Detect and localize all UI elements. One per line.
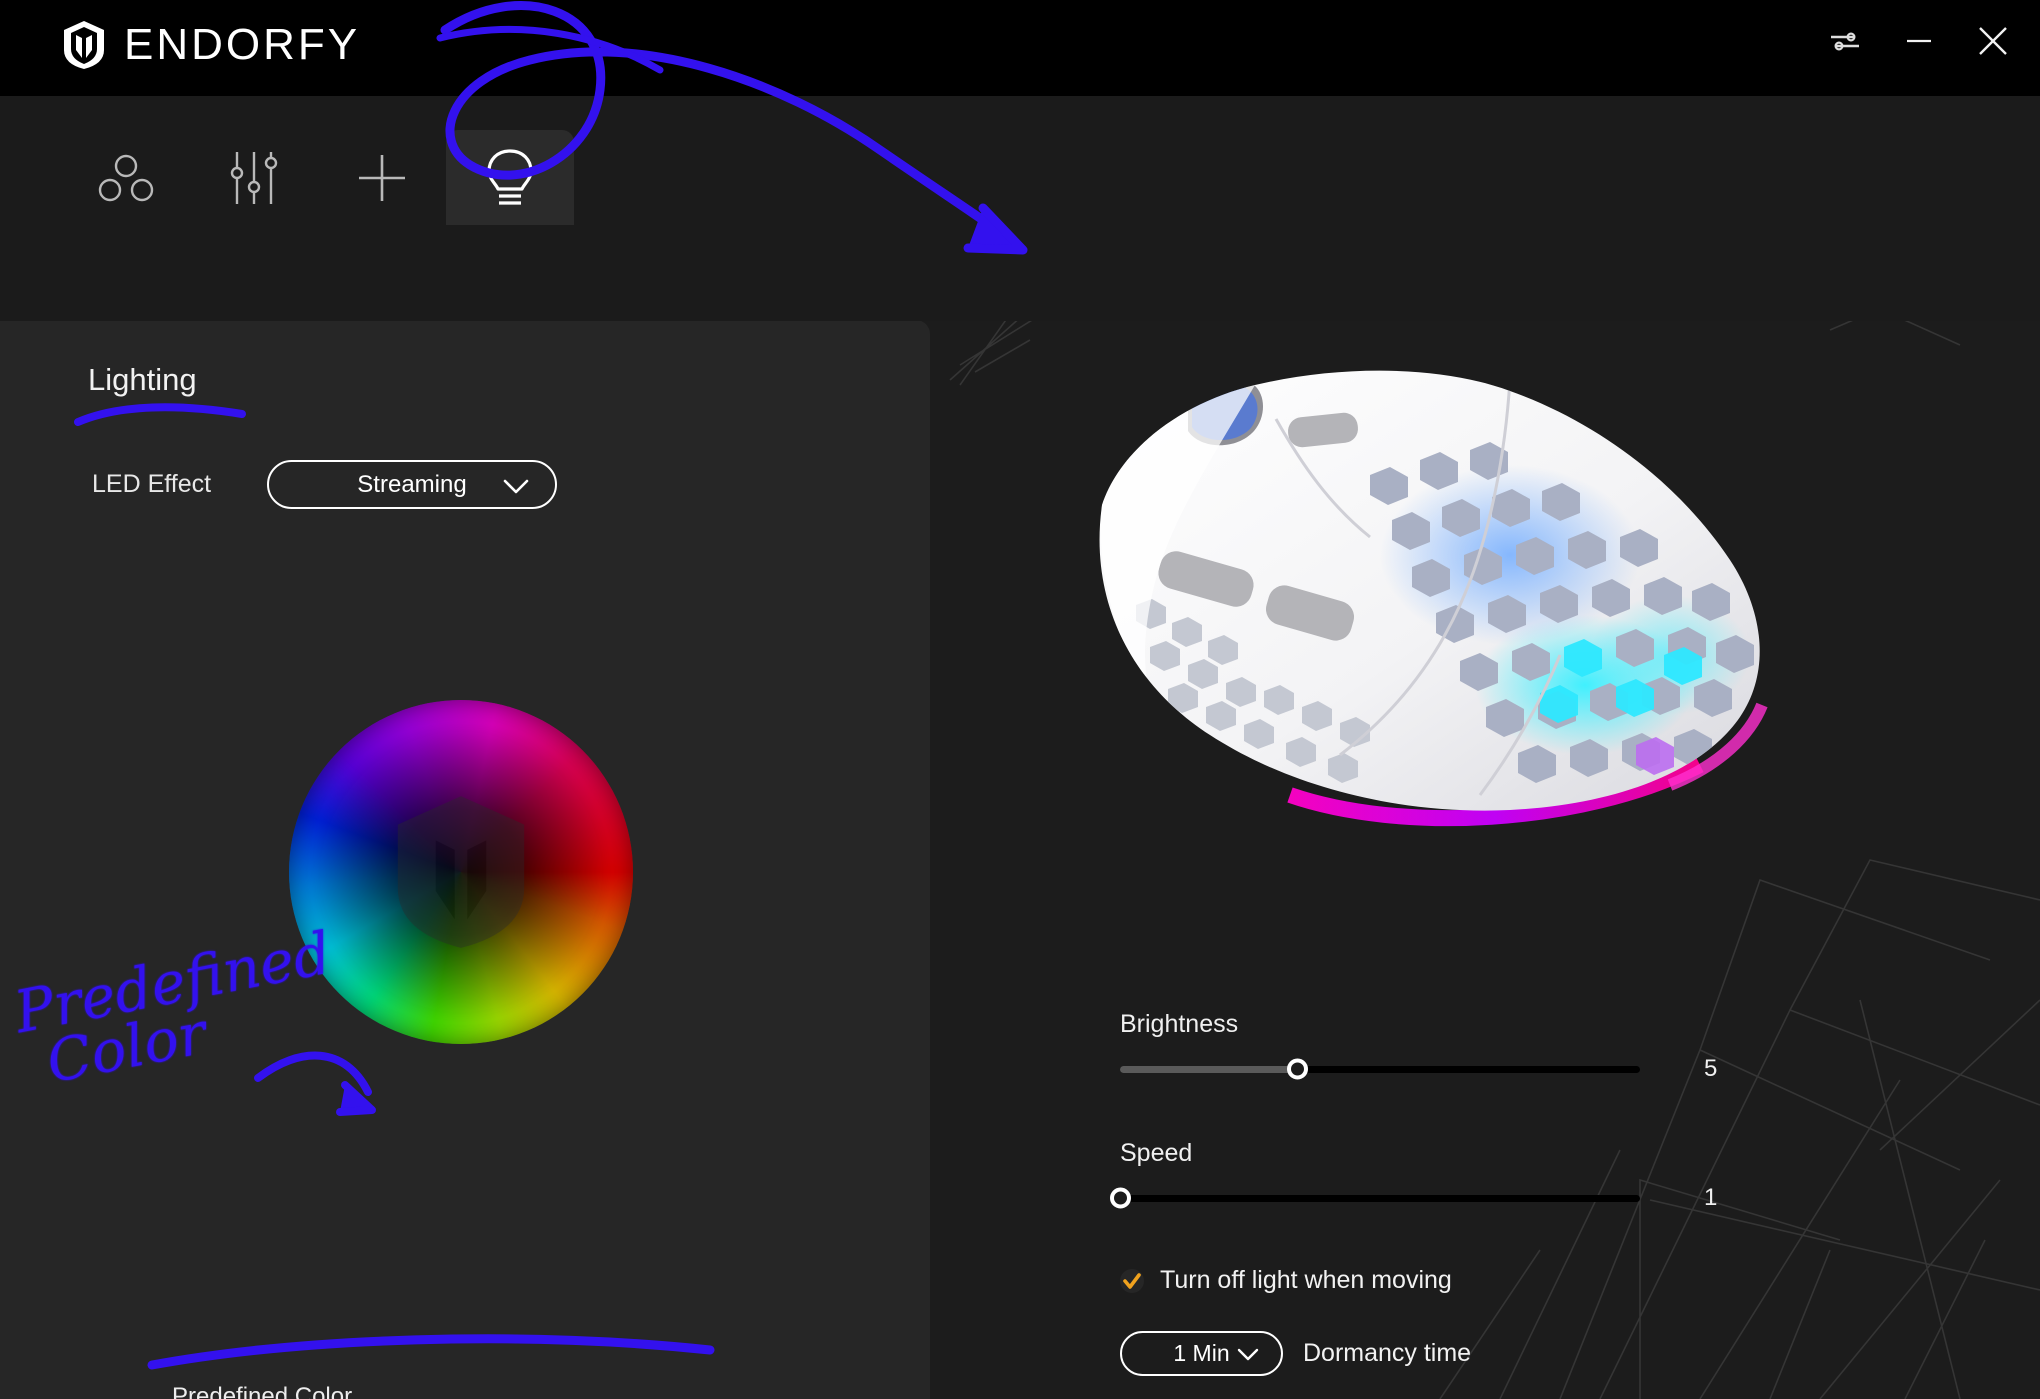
settings-button[interactable]: [1826, 22, 1864, 60]
tab-strip-leading-space: [0, 130, 62, 225]
speed-slider[interactable]: [1110, 1187, 1640, 1209]
sidebar-item-lighting[interactable]: [446, 130, 574, 225]
brightness-value: 5: [1704, 1055, 1718, 1082]
dormancy-row: 1 Min Dormancy time: [1120, 1331, 1770, 1376]
turn-off-light-row[interactable]: Turn off light when moving: [1120, 1266, 1770, 1295]
minimize-button[interactable]: [1900, 22, 1938, 60]
brightness-slider[interactable]: [1120, 1058, 1640, 1080]
color-wheel[interactable]: [289, 700, 633, 1044]
led-effect-value: Streaming: [357, 470, 467, 498]
speed-slider-row: 1: [1110, 1184, 1770, 1212]
led-effect-select[interactable]: Streaming: [267, 460, 557, 509]
dormancy-time-select[interactable]: 1 Min: [1120, 1331, 1283, 1376]
plus-icon: [359, 154, 405, 201]
app-window: ENDORFY Lighting LED Effect Streaming Pr…: [0, 0, 2040, 1399]
page-title: Lighting: [88, 362, 197, 397]
close-button[interactable]: [1974, 22, 2012, 60]
chevron-down-icon: [503, 479, 529, 494]
titlebar: ENDORFY: [0, 0, 2040, 96]
dormancy-time-value: 1 Min: [1173, 1340, 1230, 1366]
tab-list: [0, 130, 574, 225]
close-icon: [1979, 27, 2007, 55]
three-circles-icon: [98, 154, 154, 201]
predefined-color-label: Predefined Color: [172, 1383, 353, 1399]
lighting-controls: Brightness 5 Speed 1 Turn off light when…: [1110, 1010, 1770, 1376]
minimize-icon: [1907, 39, 1931, 43]
sidebar-item-buttons[interactable]: [62, 130, 190, 225]
brightness-slider-knob[interactable]: [1286, 1058, 1308, 1080]
turn-off-light-label: Turn off light when moving: [1160, 1266, 1452, 1294]
gaming-mouse-photo: [1099, 370, 1768, 827]
lighting-panel: Lighting LED Effect Streaming Predefined…: [0, 320, 930, 1399]
dormancy-time-label: Dormancy time: [1303, 1339, 1472, 1367]
turn-off-light-checkbox[interactable]: [1120, 1268, 1144, 1293]
speed-slider-knob[interactable]: [1110, 1187, 1131, 1209]
sidebar-item-performance[interactable]: [190, 130, 318, 225]
lightbulb-icon: [487, 148, 533, 205]
color-wheel-wrapper: [289, 700, 633, 1044]
speed-label: Speed: [1120, 1139, 1193, 1167]
endorfy-shield-icon: [64, 21, 104, 69]
brightness-slider-row: 5: [1120, 1055, 1770, 1083]
chevron-down-icon: [1237, 1348, 1259, 1361]
speed-value: 1: [1704, 1184, 1718, 1211]
led-effect-row: LED Effect Streaming: [92, 460, 557, 509]
sidebar-item-add[interactable]: [318, 130, 446, 225]
brightness-label: Brightness: [1120, 1010, 1239, 1038]
sliders-vertical-icon: [230, 151, 278, 204]
brand: ENDORFY: [62, 20, 360, 70]
brand-text: ENDORFY: [124, 20, 361, 69]
brightness-slider-fill: [1120, 1065, 1297, 1073]
check-icon: [1123, 1272, 1141, 1289]
window-controls: [1826, 22, 2012, 60]
led-effect-label: LED Effect: [92, 470, 212, 498]
sliders-icon: [1831, 32, 1859, 51]
